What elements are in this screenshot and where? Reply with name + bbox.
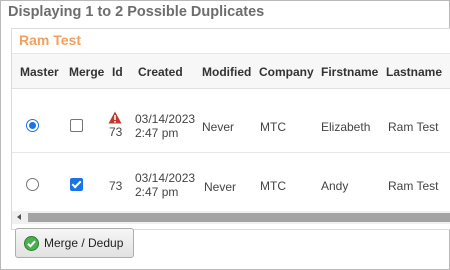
lastname-cell: Ram Test	[388, 120, 439, 134]
firstname-cell: Andy	[321, 179, 349, 193]
scrollbar-thumb[interactable]	[28, 213, 450, 222]
column-header-modified[interactable]: Modified	[202, 65, 251, 79]
warning-triangle-icon	[108, 111, 122, 124]
created-date-cell: 03/14/2023	[135, 171, 196, 185]
id-cell: 73	[109, 125, 123, 139]
merge-checkbox[interactable]	[70, 178, 83, 191]
scroll-left-icon[interactable]	[17, 214, 21, 220]
master-radio[interactable]	[26, 178, 39, 191]
company-cell: MTC	[260, 179, 286, 193]
merge-checkbox[interactable]	[70, 119, 83, 132]
table-row: 73 03/14/2023 2:47 pm Never MTC Andy Ram…	[12, 153, 450, 212]
merge-dedup-button[interactable]: Merge / Dedup	[15, 228, 134, 258]
merge-dedup-label: Merge / Dedup	[44, 236, 124, 250]
company-cell: MTC	[260, 120, 286, 134]
duplicate-group-panel: Ram Test Master Merge Id Created Modifie…	[11, 28, 450, 230]
column-header-merge[interactable]: Merge	[69, 65, 104, 79]
column-header-id[interactable]: Id	[112, 65, 123, 79]
column-header-firstname[interactable]: Firstname	[321, 65, 378, 79]
lastname-cell: Ram Test	[388, 179, 439, 193]
group-title: Ram Test	[19, 32, 81, 48]
page-title: Displaying 1 to 2 Possible Duplicates	[8, 4, 265, 20]
check-circle-icon	[24, 236, 39, 251]
column-header-master[interactable]: Master	[20, 65, 59, 79]
duplicates-window: Displaying 1 to 2 Possible Duplicates Ra…	[0, 0, 450, 270]
column-header-created[interactable]: Created	[138, 65, 183, 79]
id-cell: 73	[109, 179, 123, 193]
table-row: 73 03/14/2023 2:47 pm Never MTC Elizabet…	[12, 94, 450, 153]
column-header-company[interactable]: Company	[259, 65, 314, 79]
master-radio[interactable]	[26, 119, 39, 132]
horizontal-scrollbar[interactable]	[12, 211, 450, 224]
created-time-cell: 2:47 pm	[135, 185, 179, 199]
grid-header: Master Merge Id Created Modified Company…	[12, 53, 450, 89]
created-time-cell: 2:47 pm	[135, 126, 179, 140]
created-date-cell: 03/14/2023	[135, 112, 196, 126]
modified-cell: Never	[202, 120, 235, 134]
column-header-lastname[interactable]: Lastname	[386, 65, 442, 79]
firstname-cell: Elizabeth	[321, 120, 371, 134]
modified-cell: Never	[204, 180, 237, 194]
